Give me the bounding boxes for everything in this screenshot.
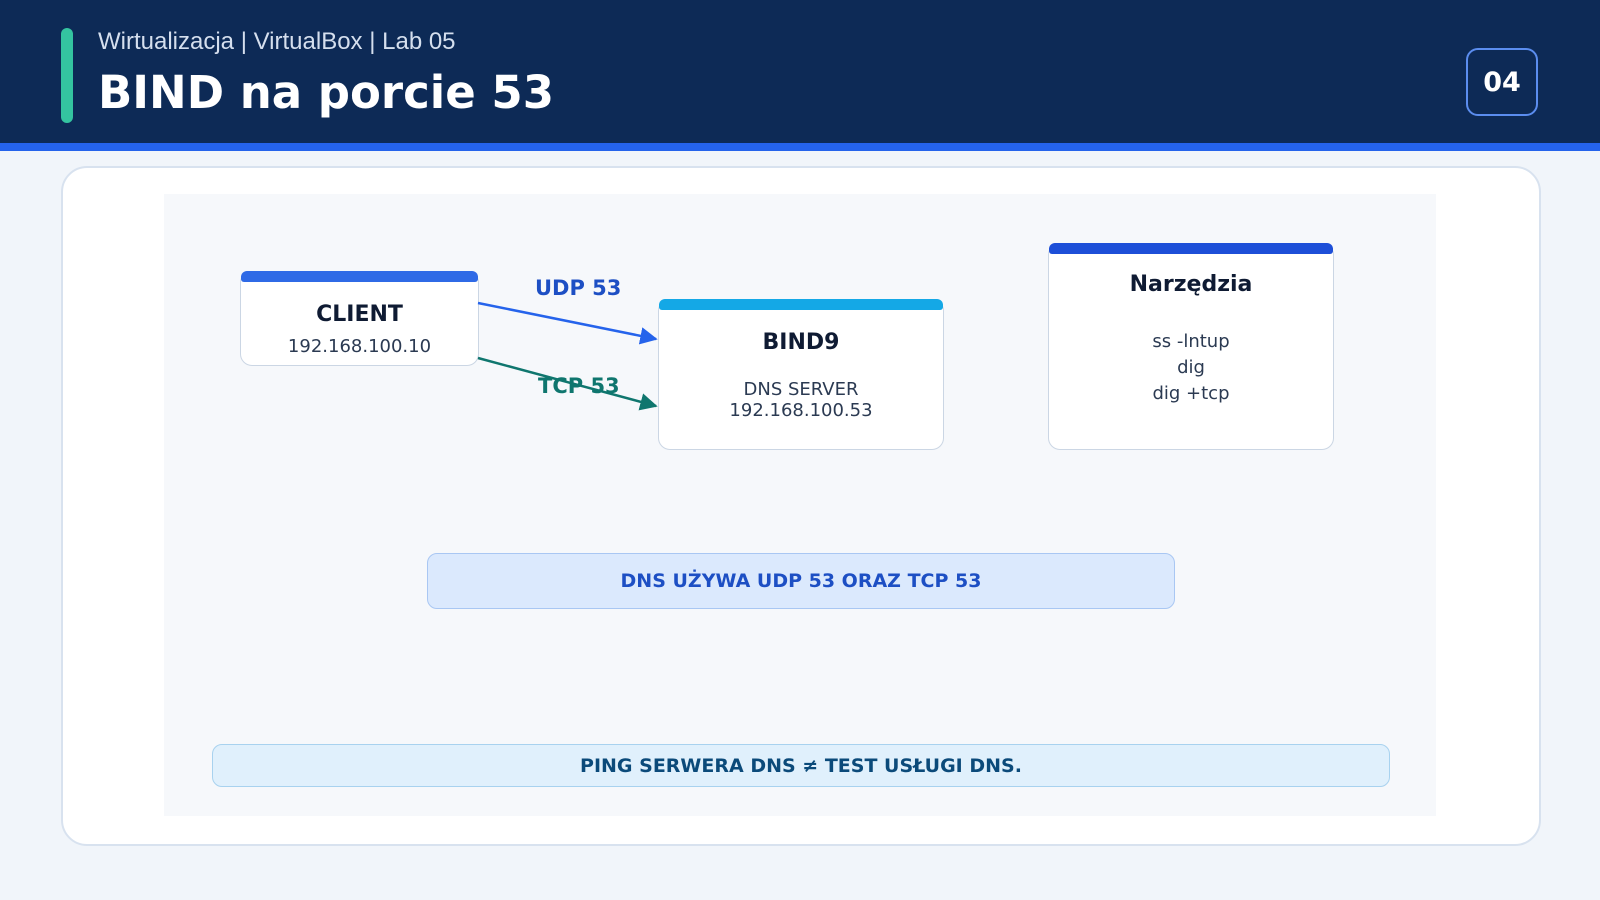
tools-node-title: Narzędzia	[1129, 272, 1253, 297]
udp-arrow-label: UDP 53	[535, 276, 622, 300]
client-node-header-bar	[241, 271, 478, 282]
bind9-node-title: BIND9	[762, 330, 840, 355]
tools-node: Narzędzia ss -lntup dig dig +tcp	[1048, 243, 1334, 450]
title-accent-bar	[61, 28, 73, 123]
breadcrumb: Wirtualizacja | VirtualBox | Lab 05	[98, 28, 456, 55]
tcp-arrow-label: TCP 53	[538, 374, 620, 398]
bind9-node-header-bar	[659, 299, 943, 310]
tools-item: dig +tcp	[1152, 383, 1230, 404]
protocols-callout: DNS UŻYWA UDP 53 ORAZ TCP 53	[427, 553, 1175, 609]
tools-node-header-bar	[1049, 243, 1333, 254]
tools-item: dig	[1177, 357, 1205, 378]
client-node: CLIENT 192.168.100.10	[240, 271, 479, 366]
page-title: BIND na porcie 53	[98, 66, 555, 119]
warning-callout: PING SERWERA DNS ≠ TEST USŁUGI DNS.	[212, 744, 1390, 787]
header-stripe	[0, 143, 1600, 151]
client-node-ip: 192.168.100.10	[287, 336, 432, 357]
client-node-title: CLIENT	[316, 302, 403, 327]
slide-number-badge: 04	[1466, 48, 1538, 116]
bind9-node-role: DNS SERVER	[743, 379, 859, 400]
tools-item: ss -lntup	[1152, 331, 1230, 352]
bind9-node: BIND9 DNS SERVER 192.168.100.53	[658, 299, 944, 450]
bind9-node-ip: 192.168.100.53	[729, 400, 873, 421]
